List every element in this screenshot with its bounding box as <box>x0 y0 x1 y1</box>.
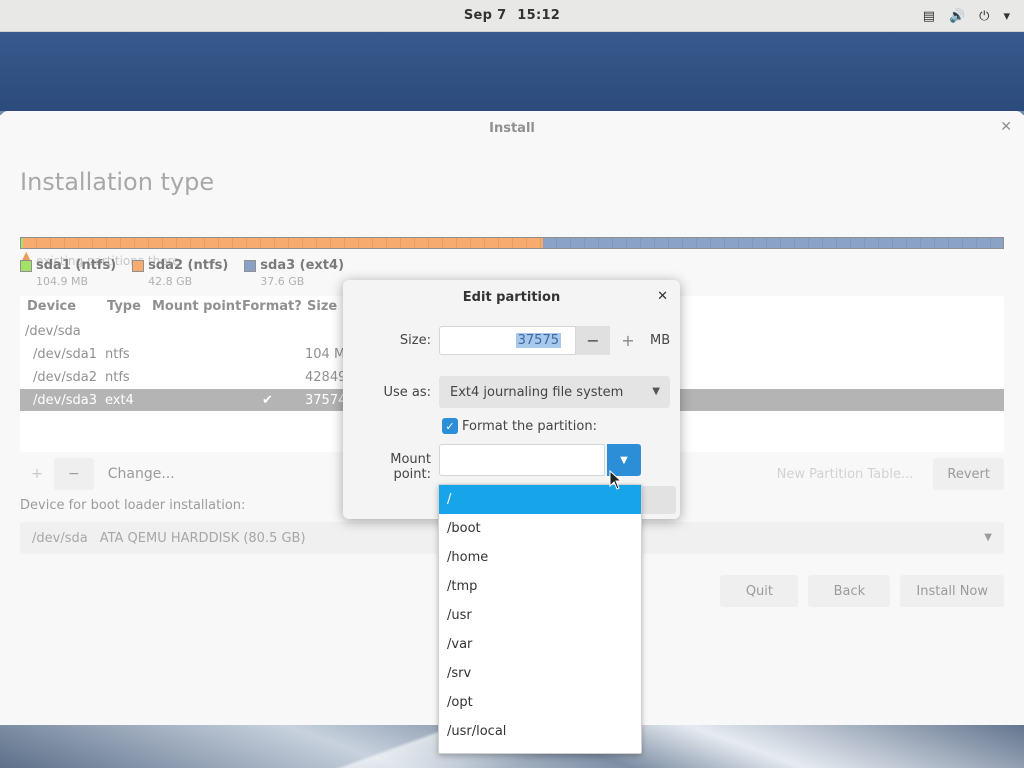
size-increase-button[interactable]: + <box>613 326 643 355</box>
clock[interactable]: Sep 7 15:12 <box>461 8 563 23</box>
chevron-down-icon: ▼ <box>652 386 660 397</box>
clock-time: 15:12 <box>517 8 561 23</box>
size-unit: MB <box>650 333 671 348</box>
mount-option[interactable]: /opt <box>439 688 641 717</box>
dialog-title: Edit partition <box>462 290 561 305</box>
top-bar: Sep 7 15:12 ▤ 🔊 ⏻ ▾ <box>0 0 1024 32</box>
use-as-select[interactable]: Ext4 journaling file system ▼ <box>439 376 670 408</box>
mouse-cursor-icon <box>609 470 623 490</box>
network-icon[interactable]: ▤ <box>923 9 935 24</box>
use-as-value: Ext4 journaling file system <box>450 384 624 400</box>
format-checkbox[interactable]: ✓ <box>442 418 458 434</box>
size-value: 37575 <box>515 333 561 348</box>
mount-option[interactable]: /usr/local <box>439 717 641 746</box>
power-icon[interactable]: ⏻ <box>979 9 989 24</box>
mount-option[interactable]: /boot <box>439 514 641 543</box>
use-as-label: Use as: <box>383 385 431 400</box>
mount-option[interactable]: /var <box>439 630 641 659</box>
system-tray: ▤ 🔊 ⏻ ▾ <box>923 0 1010 32</box>
mount-option[interactable]: /srv <box>439 659 641 688</box>
mount-option[interactable]: /home <box>439 543 641 572</box>
clock-date: Sep 7 <box>463 8 507 23</box>
size-input[interactable]: 37575 <box>439 326 576 355</box>
volume-icon[interactable]: 🔊 <box>949 9 965 24</box>
size-decrease-button[interactable]: − <box>576 326 610 355</box>
mount-option[interactable]: /tmp <box>439 572 641 601</box>
mount-point-dropdown-list: / /boot /home /tmp /usr /var /srv /opt /… <box>438 484 642 754</box>
mount-point-input[interactable] <box>439 444 605 476</box>
close-icon[interactable]: ✕ <box>657 289 668 304</box>
mount-point-label: Mount point: <box>390 452 431 482</box>
size-label: Size: <box>399 333 431 348</box>
format-label: Format the partition: <box>462 419 597 434</box>
chevron-down-icon[interactable]: ▾ <box>1003 9 1010 24</box>
mount-option[interactable]: /usr <box>439 601 641 630</box>
